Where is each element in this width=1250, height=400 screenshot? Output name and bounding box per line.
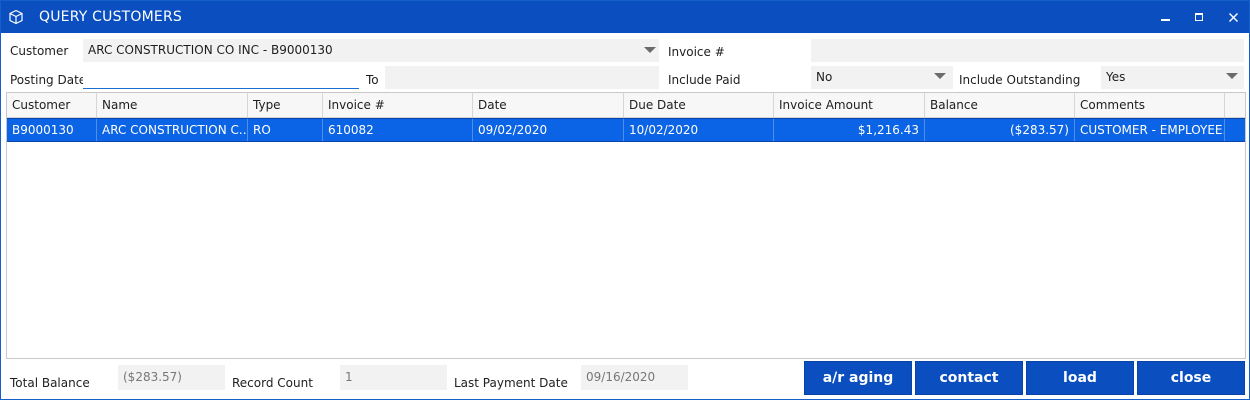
include-paid-select[interactable]: No: [811, 66, 953, 89]
include-outstanding-chevron-icon[interactable]: [1226, 73, 1238, 79]
total-balance-label: Total Balance: [10, 376, 90, 390]
table-row[interactable]: B9000130 ARC CONSTRUCTION C... RO 610082…: [7, 118, 1245, 142]
customers-grid: Customer Name Type Invoice # Date Due Da…: [6, 92, 1246, 359]
query-customers-window: QUERY CUSTOMERS Customer ARC CONSTRUCTIO…: [0, 0, 1250, 400]
posting-date-from-input[interactable]: [83, 66, 359, 89]
invoice-label: Invoice #: [668, 45, 725, 59]
column-header-invoice-amount[interactable]: Invoice Amount: [774, 93, 925, 118]
minimize-button[interactable]: [1148, 1, 1182, 33]
last-payment-date-field: 09/16/2020: [581, 365, 688, 390]
last-payment-date-label: Last Payment Date: [454, 376, 568, 390]
posting-date-label: Posting Date: [10, 73, 87, 87]
cell-balance: ($283.57): [925, 119, 1075, 141]
close-window-button[interactable]: [1216, 1, 1250, 33]
total-balance-field: ($283.57): [118, 365, 225, 390]
include-paid-value: No: [816, 70, 833, 84]
include-outstanding-select[interactable]: Yes: [1101, 66, 1244, 89]
window-title: QUERY CUSTOMERS: [39, 9, 182, 25]
cell-invoice: 610082: [323, 119, 473, 141]
column-header-type[interactable]: Type: [248, 93, 323, 118]
title-bar: QUERY CUSTOMERS: [1, 1, 1249, 33]
include-paid-label: Include Paid: [668, 73, 741, 87]
cell-type: RO: [248, 119, 323, 141]
customer-label: Customer: [10, 44, 69, 58]
close-button[interactable]: close: [1137, 361, 1245, 395]
column-header-invoice[interactable]: Invoice #: [323, 93, 473, 118]
column-header-balance[interactable]: Balance: [925, 93, 1075, 118]
column-header-date[interactable]: Date: [473, 93, 624, 118]
record-count-label: Record Count: [232, 376, 313, 390]
column-header-due-date[interactable]: Due Date: [624, 93, 774, 118]
customer-dropdown-chevron-icon[interactable]: [644, 47, 656, 53]
include-outstanding-value: Yes: [1106, 70, 1126, 84]
contact-button[interactable]: contact: [915, 361, 1023, 395]
customer-select[interactable]: ARC CONSTRUCTION CO INC - B9000130: [83, 39, 659, 62]
cell-comments: CUSTOMER - EMPLOYEE...: [1075, 119, 1225, 141]
cell-due-date: 10/02/2020: [624, 119, 774, 141]
posting-date-to-input[interactable]: [385, 66, 659, 89]
close-icon: [1228, 12, 1238, 22]
column-header-comments[interactable]: Comments: [1075, 93, 1225, 118]
cell-name: ARC CONSTRUCTION C...: [97, 119, 248, 141]
load-button[interactable]: load: [1026, 361, 1134, 395]
to-label: To: [366, 73, 379, 87]
maximize-icon: [1195, 13, 1203, 21]
customer-select-value: ARC CONSTRUCTION CO INC - B9000130: [88, 43, 333, 57]
include-paid-chevron-icon[interactable]: [934, 73, 946, 79]
include-outstanding-label: Include Outstanding: [959, 73, 1081, 87]
maximize-button[interactable]: [1182, 1, 1216, 33]
column-header-customer[interactable]: Customer: [7, 93, 97, 118]
invoice-input[interactable]: [811, 39, 1244, 62]
grid-header: Customer Name Type Invoice # Date Due Da…: [7, 93, 1245, 118]
cube-icon: [9, 9, 23, 25]
ar-aging-button[interactable]: a/r aging: [804, 361, 912, 395]
cell-invoice-amount: $1,216.43: [774, 119, 925, 141]
cell-customer: B9000130: [7, 119, 97, 141]
cell-date: 09/02/2020: [473, 119, 624, 141]
minimize-icon: [1160, 19, 1170, 21]
column-header-name[interactable]: Name: [97, 93, 248, 118]
record-count-field: 1: [340, 365, 447, 390]
